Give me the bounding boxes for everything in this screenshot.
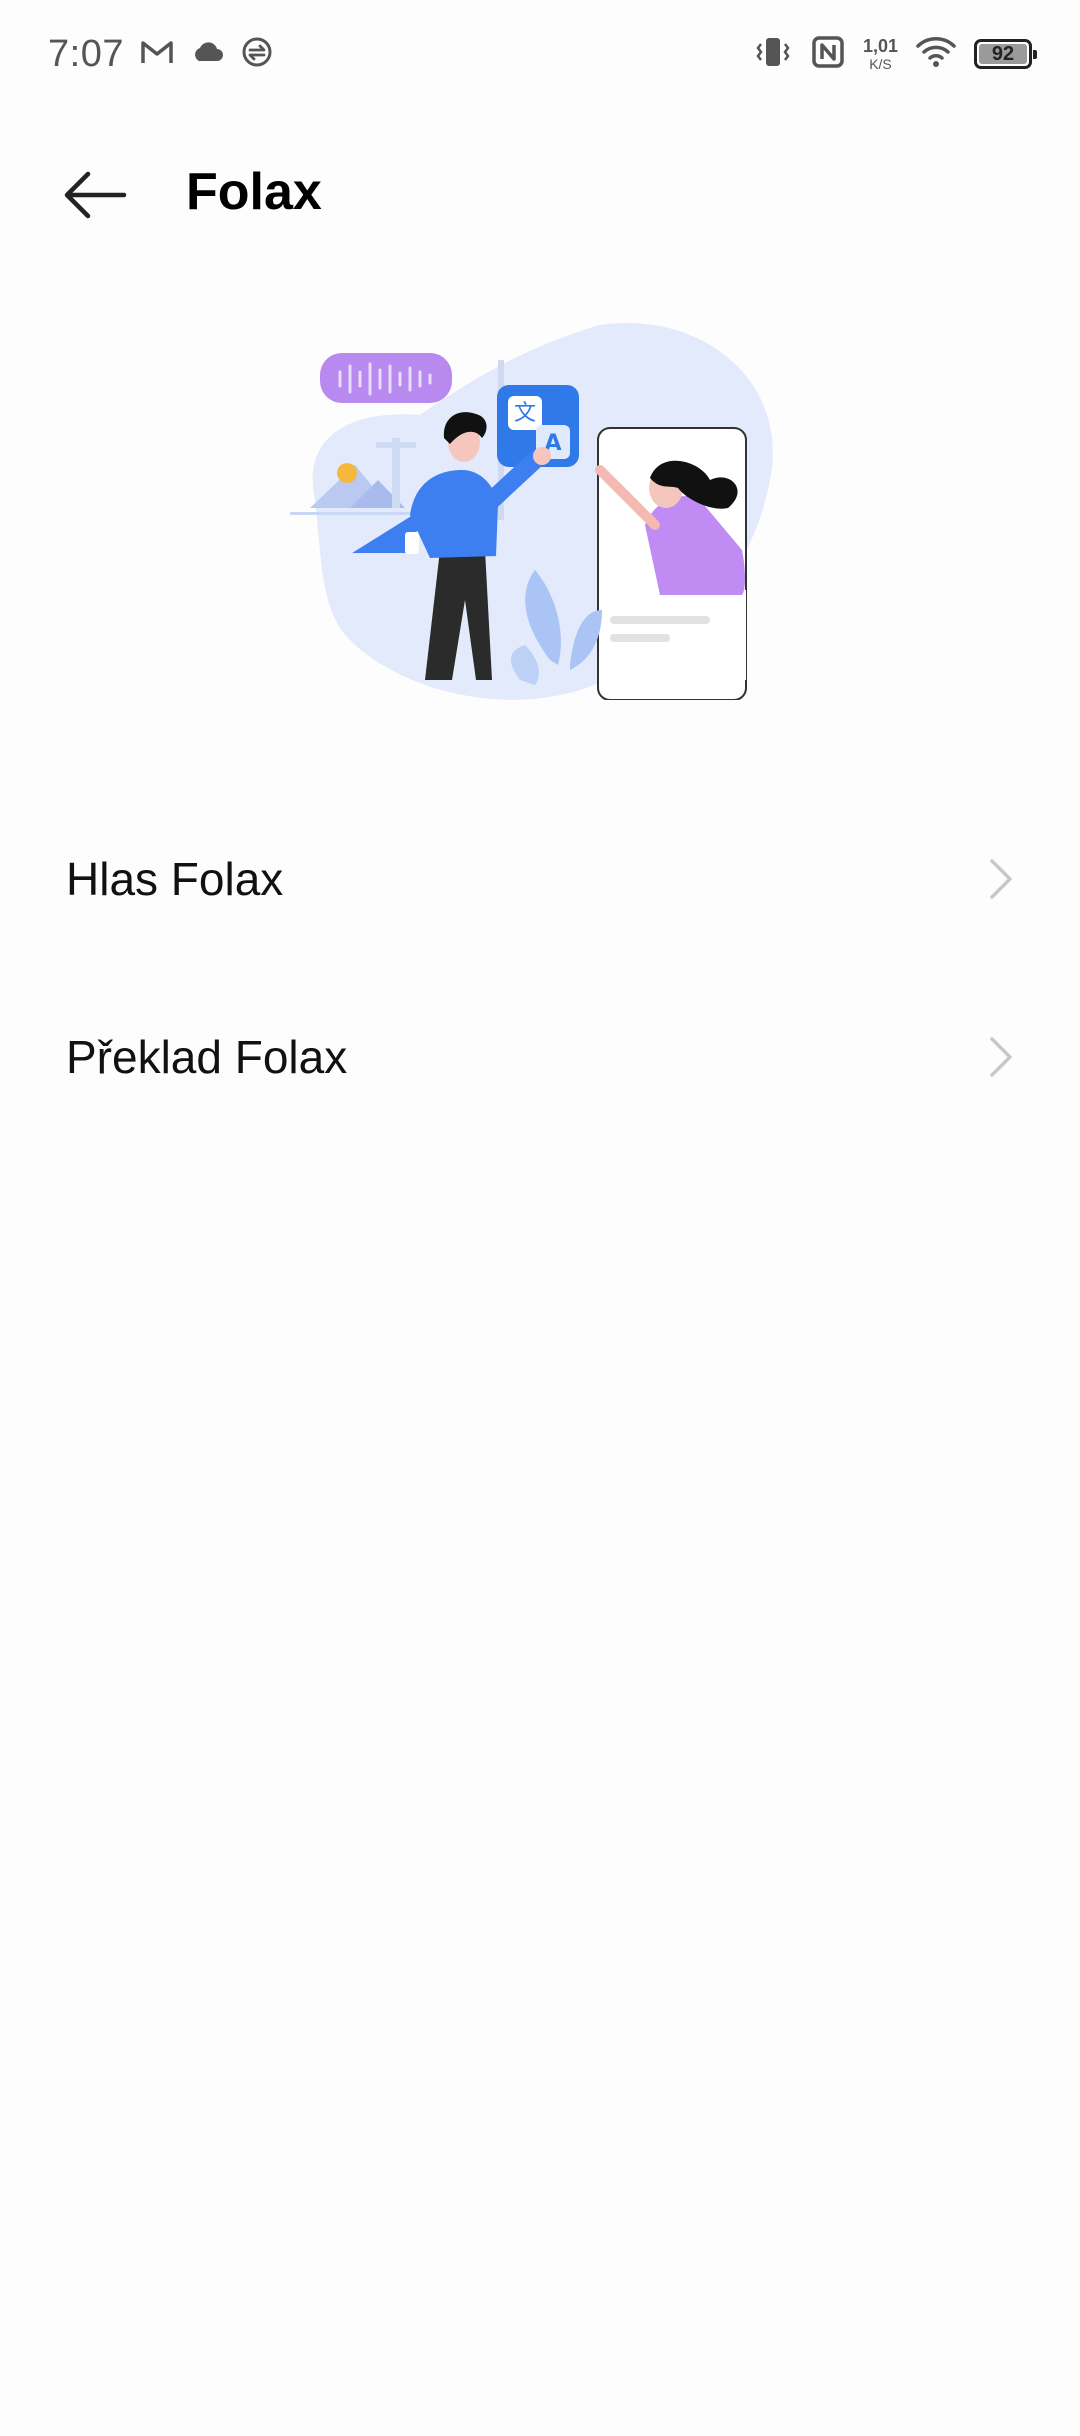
list-item-preklad-folax[interactable]: Překlad Folax [0, 968, 1080, 1146]
status-bar: 7:07 1,01 K/S 92 [0, 0, 1080, 108]
gmail-icon [140, 38, 174, 71]
arrow-left-icon [64, 171, 127, 219]
page-title: Folax [186, 163, 322, 221]
back-button[interactable] [50, 160, 140, 230]
hero-illustration: 文 A [280, 320, 780, 701]
network-speed-value: 1,01 [862, 36, 898, 56]
list-item-hlas-folax[interactable]: Hlas Folax [0, 790, 1080, 968]
cloud-icon [190, 39, 224, 70]
vibrate-icon [753, 35, 793, 74]
status-right: 1,01 K/S 92 [753, 26, 1037, 82]
screen: 7:07 1,01 K/S 92 Folax 文 A Hlas Folax Př… [0, 0, 1080, 2436]
battery-level: 92 [991, 42, 1015, 65]
status-time: 7:07 [48, 32, 124, 75]
chevron-right-icon [990, 859, 1012, 899]
sync-icon [240, 35, 274, 74]
chevron-right-icon [990, 1037, 1012, 1077]
svg-text:文: 文 [514, 401, 536, 426]
nfc-icon [811, 35, 845, 74]
voice-bubble-icon [320, 353, 452, 403]
wifi-icon [916, 36, 956, 73]
battery-icon: 92 [974, 39, 1037, 69]
settings-list: Hlas Folax Překlad Folax [0, 790, 1080, 1146]
network-speed-unit: K/S [869, 56, 892, 72]
status-left: 7:07 [48, 26, 274, 82]
app-bar: Folax [0, 140, 1080, 250]
list-item-label: Hlas Folax [66, 853, 284, 905]
network-speed: 1,01 K/S [863, 37, 898, 71]
list-item-label: Překlad Folax [66, 1031, 348, 1083]
